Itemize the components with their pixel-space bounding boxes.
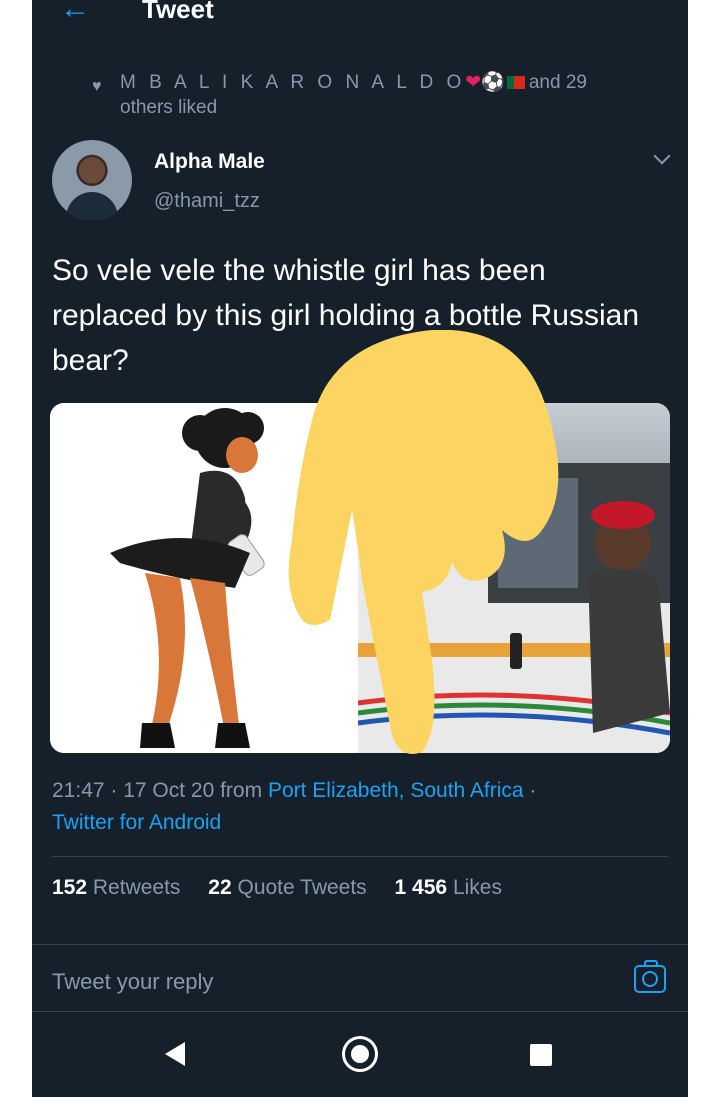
- tweet-client-link[interactable]: Twitter for Android: [52, 811, 221, 834]
- heart-icon: ♥: [92, 78, 102, 95]
- nav-home-icon[interactable]: [342, 1036, 378, 1072]
- liked-by-context[interactable]: ♥ M B A L I K A R O N A L D O❤⚽ and 29 ot…: [92, 70, 620, 120]
- soccer-ball-emoji-icon: ⚽: [481, 72, 505, 93]
- phone-screen: ← Tweet ♥ M B A L I K A R O N A L D O❤⚽ a…: [32, 0, 688, 1097]
- tweet-meta: 21:47 · 17 Oct 20 from Port Elizabeth, S…: [52, 775, 662, 839]
- likes-stat[interactable]: 1 456 Likes: [395, 876, 502, 899]
- top-bar: ← Tweet: [32, 0, 688, 36]
- tweet-timestamp: 21:47 · 17 Oct 20 from: [52, 779, 268, 802]
- meta-separator: ·: [523, 779, 537, 802]
- page-title: Tweet: [142, 0, 214, 24]
- liked-by-name: M B A L I K A R O N A L D O: [120, 72, 466, 93]
- likes-count: 1 456: [394, 876, 448, 899]
- retweets-stat[interactable]: 152 Retweets: [52, 876, 180, 899]
- author-name[interactable]: Alpha Male: [154, 150, 265, 174]
- red-heart-emoji-icon: ❤: [465, 72, 482, 93]
- quotes-count: 22: [208, 876, 232, 899]
- quotes-stat[interactable]: 22 Quote Tweets: [208, 876, 366, 899]
- retweets-label: Retweets: [92, 876, 181, 899]
- liked-by-suffix-line2: others liked: [120, 97, 218, 118]
- portugal-flag-emoji-icon: [506, 76, 525, 89]
- avatar-figure: [66, 192, 118, 220]
- nav-back-icon[interactable]: [165, 1042, 185, 1066]
- quotes-label: Quote Tweets: [237, 876, 367, 899]
- android-nav-bar: [32, 1012, 688, 1097]
- back-arrow-icon[interactable]: ←: [60, 0, 90, 24]
- reply-bar: Tweet your reply: [32, 944, 688, 1012]
- camera-icon[interactable]: [634, 960, 666, 993]
- liked-by-suffix: and 29: [528, 72, 587, 93]
- author-handle[interactable]: @thami_tzz: [154, 190, 260, 213]
- nav-recent-apps-icon[interactable]: [530, 1044, 552, 1066]
- reply-input[interactable]: Tweet your reply: [52, 969, 213, 995]
- chevron-down-icon[interactable]: [653, 147, 671, 165]
- retweets-count: 152: [52, 876, 88, 899]
- tweet-stats: 152 Retweets 22 Quote Tweets 1 456 Likes: [52, 876, 502, 900]
- divider: [52, 856, 668, 857]
- likes-label: Likes: [452, 876, 502, 899]
- pointing-hand-emoji-overlay: [288, 330, 559, 754]
- tweet-location-link[interactable]: Port Elizabeth, South Africa: [268, 779, 524, 802]
- avatar[interactable]: [52, 140, 132, 220]
